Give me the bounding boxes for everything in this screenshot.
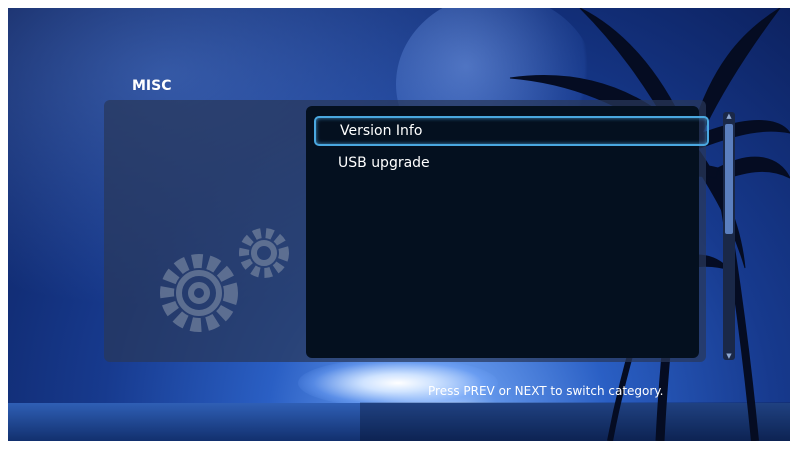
menu-item-usb-upgrade[interactable]: USB upgrade [314, 150, 705, 176]
scroll-down-arrow-icon[interactable]: ▼ [723, 352, 735, 360]
gears-icon [160, 228, 289, 332]
tv-screen: MISC Version Info USB upgrade ▲ ▼ Press … [8, 8, 790, 441]
menu-item-label: USB upgrade [338, 155, 430, 171]
menu-item-version-info[interactable]: Version Info [314, 116, 709, 146]
menu-item-label: Version Info [340, 123, 423, 139]
scroll-thumb[interactable] [725, 124, 733, 234]
scrollbar[interactable]: ▲ ▼ [723, 112, 735, 360]
category-title: MISC [132, 78, 172, 94]
settings-panel: Version Info USB upgrade [104, 100, 709, 362]
menu-list: Version Info USB upgrade [306, 106, 709, 358]
footer-hint: Press PREV or NEXT to switch category. [428, 384, 664, 398]
scroll-up-arrow-icon[interactable]: ▲ [723, 112, 735, 120]
